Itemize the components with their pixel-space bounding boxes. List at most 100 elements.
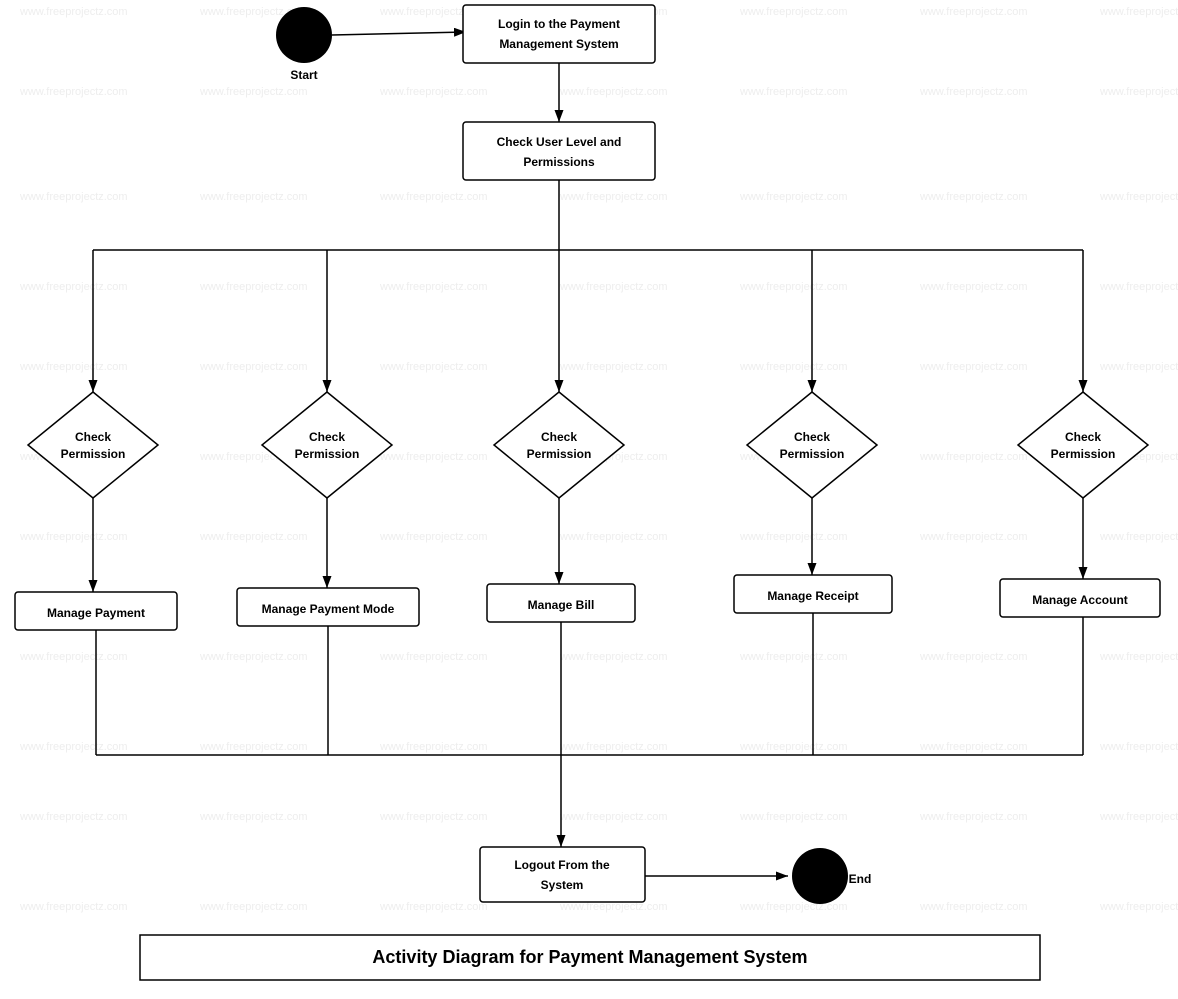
diagram-container: www.freeprojectz.com www.freeprojectz.co… — [0, 0, 1178, 994]
perm3-label-line1: Check — [541, 430, 577, 444]
svg-text:www.freeprojectz.com: www.freeprojectz.com — [559, 191, 668, 203]
svg-text:www.freeprojectz.com: www.freeprojectz.com — [379, 531, 488, 543]
svg-text:www.freeprojectz.com: www.freeprojectz.com — [1099, 86, 1178, 98]
svg-text:www.freeprojectz.com: www.freeprojectz.com — [739, 811, 848, 823]
svg-text:www.freeprojectz.com: www.freeprojectz.com — [1099, 651, 1178, 663]
perm1-label-line1: Check — [75, 430, 111, 444]
end-node — [792, 848, 848, 904]
login-label-line1: Login to the Payment — [498, 17, 620, 31]
svg-text:www.freeprojectz.com: www.freeprojectz.com — [919, 361, 1028, 373]
check-user-label-line1: Check User Level and — [497, 135, 622, 149]
svg-text:www.freeprojectz.com: www.freeprojectz.com — [19, 281, 128, 293]
svg-text:www.freeprojectz.com: www.freeprojectz.com — [1099, 811, 1178, 823]
svg-text:www.freeprojectz.com: www.freeprojectz.com — [1099, 531, 1178, 543]
svg-text:www.freeprojectz.com: www.freeprojectz.com — [19, 86, 128, 98]
perm2-label-line1: Check — [309, 430, 345, 444]
svg-text:www.freeprojectz.com: www.freeprojectz.com — [739, 6, 848, 18]
perm5-label-line1: Check — [1065, 430, 1101, 444]
manage-bill-label: Manage Bill — [528, 598, 595, 612]
svg-text:www.freeprojectz.com: www.freeprojectz.com — [919, 741, 1028, 753]
svg-text:www.freeprojectz.com: www.freeprojectz.com — [379, 741, 488, 753]
perm4-label-line2: Permission — [780, 447, 845, 461]
manage-receipt-label: Manage Receipt — [767, 589, 858, 603]
svg-text:www.freeprojectz.com: www.freeprojectz.com — [739, 901, 848, 913]
svg-text:www.freeprojectz.com: www.freeprojectz.com — [199, 281, 308, 293]
svg-text:www.freeprojectz.com: www.freeprojectz.com — [919, 531, 1028, 543]
svg-text:www.freeprojectz.com: www.freeprojectz.com — [739, 531, 848, 543]
check-permission-diamond-3 — [494, 392, 624, 498]
svg-text:www.freeprojectz.com: www.freeprojectz.com — [199, 361, 308, 373]
svg-text:www.freeprojectz.com: www.freeprojectz.com — [559, 531, 668, 543]
svg-text:www.freeprojectz.com: www.freeprojectz.com — [19, 741, 128, 753]
svg-text:www.freeprojectz.com: www.freeprojectz.com — [739, 86, 848, 98]
manage-account-label: Manage Account — [1032, 593, 1128, 607]
svg-text:www.freeprojectz.com: www.freeprojectz.com — [559, 901, 668, 913]
svg-text:www.freeprojectz.com: www.freeprojectz.com — [739, 651, 848, 663]
perm2-label-line2: Permission — [295, 447, 360, 461]
svg-text:www.freeprojectz.com: www.freeprojectz.com — [379, 86, 488, 98]
svg-text:www.freeprojectz.com: www.freeprojectz.com — [199, 811, 308, 823]
svg-text:www.freeprojectz.com: www.freeprojectz.com — [199, 531, 308, 543]
svg-text:www.freeprojectz.com: www.freeprojectz.com — [739, 281, 848, 293]
svg-text:www.freeprojectz.com: www.freeprojectz.com — [919, 811, 1028, 823]
svg-text:www.freeprojectz.com: www.freeprojectz.com — [379, 191, 488, 203]
svg-text:www.freeprojectz.com: www.freeprojectz.com — [919, 191, 1028, 203]
svg-text:www.freeprojectz.com: www.freeprojectz.com — [559, 86, 668, 98]
svg-text:www.freeprojectz.com: www.freeprojectz.com — [19, 901, 128, 913]
svg-text:www.freeprojectz.com: www.freeprojectz.com — [919, 651, 1028, 663]
svg-text:www.freeprojectz.com: www.freeprojectz.com — [199, 901, 308, 913]
svg-text:www.freeprojectz.com: www.freeprojectz.com — [19, 811, 128, 823]
svg-text:www.freeprojectz.com: www.freeprojectz.com — [1099, 361, 1178, 373]
svg-text:www.freeprojectz.com: www.freeprojectz.com — [1099, 6, 1178, 18]
logout-label-line1: Logout From the — [514, 858, 610, 872]
svg-text:www.freeprojectz.com: www.freeprojectz.com — [739, 741, 848, 753]
svg-text:www.freeprojectz.com: www.freeprojectz.com — [379, 281, 488, 293]
diagram-title: Activity Diagram for Payment Management … — [372, 947, 807, 967]
svg-text:www.freeprojectz.com: www.freeprojectz.com — [1099, 741, 1178, 753]
svg-text:www.freeprojectz.com: www.freeprojectz.com — [1099, 281, 1178, 293]
start-node — [276, 7, 332, 63]
svg-text:www.freeprojectz.com: www.freeprojectz.com — [919, 451, 1028, 463]
perm5-label-line2: Permission — [1051, 447, 1116, 461]
svg-text:www.freeprojectz.com: www.freeprojectz.com — [559, 811, 668, 823]
svg-text:www.freeprojectz.com: www.freeprojectz.com — [919, 6, 1028, 18]
check-permission-diamond-1 — [28, 392, 158, 498]
svg-text:www.freeprojectz.com: www.freeprojectz.com — [919, 281, 1028, 293]
login-box — [463, 5, 655, 63]
manage-payment-label: Manage Payment — [47, 606, 145, 620]
svg-text:www.freeprojectz.com: www.freeprojectz.com — [379, 361, 488, 373]
svg-text:www.freeprojectz.com: www.freeprojectz.com — [559, 361, 668, 373]
check-user-label-line2: Permissions — [523, 155, 595, 169]
logout-label-line2: System — [541, 878, 584, 892]
check-permission-diamond-4 — [747, 392, 877, 498]
check-user-level-box — [463, 122, 655, 180]
perm4-label-line1: Check — [794, 430, 830, 444]
svg-text:www.freeprojectz.com: www.freeprojectz.com — [19, 651, 128, 663]
svg-text:www.freeprojectz.com: www.freeprojectz.com — [19, 361, 128, 373]
start-label: Start — [290, 68, 317, 82]
svg-text:www.freeprojectz.com: www.freeprojectz.com — [559, 741, 668, 753]
svg-text:www.freeprojectz.com: www.freeprojectz.com — [199, 191, 308, 203]
svg-text:www.freeprojectz.com: www.freeprojectz.com — [19, 531, 128, 543]
svg-text:www.freeprojectz.com: www.freeprojectz.com — [379, 901, 488, 913]
svg-text:www.freeprojectz.com: www.freeprojectz.com — [379, 811, 488, 823]
perm3-label-line2: Permission — [527, 447, 592, 461]
perm1-label-line2: Permission — [61, 447, 126, 461]
svg-text:www.freeprojectz.com: www.freeprojectz.com — [199, 651, 308, 663]
svg-text:www.freeprojectz.com: www.freeprojectz.com — [739, 361, 848, 373]
svg-text:www.freeprojectz.com: www.freeprojectz.com — [1099, 191, 1178, 203]
svg-text:www.freeprojectz.com: www.freeprojectz.com — [1099, 901, 1178, 913]
svg-text:www.freeprojectz.com: www.freeprojectz.com — [19, 191, 128, 203]
svg-text:www.freeprojectz.com: www.freeprojectz.com — [559, 281, 668, 293]
end-label: End — [849, 872, 872, 886]
svg-text:www.freeprojectz.com: www.freeprojectz.com — [379, 451, 488, 463]
logout-box — [480, 847, 645, 902]
svg-text:www.freeprojectz.com: www.freeprojectz.com — [199, 86, 308, 98]
manage-payment-mode-label: Manage Payment Mode — [262, 602, 395, 616]
check-permission-diamond-5 — [1018, 392, 1148, 498]
svg-text:www.freeprojectz.com: www.freeprojectz.com — [199, 741, 308, 753]
svg-text:www.freeprojectz.com: www.freeprojectz.com — [919, 86, 1028, 98]
svg-text:www.freeprojectz.com: www.freeprojectz.com — [379, 651, 488, 663]
svg-text:www.freeprojectz.com: www.freeprojectz.com — [559, 651, 668, 663]
svg-text:www.freeprojectz.com: www.freeprojectz.com — [919, 901, 1028, 913]
